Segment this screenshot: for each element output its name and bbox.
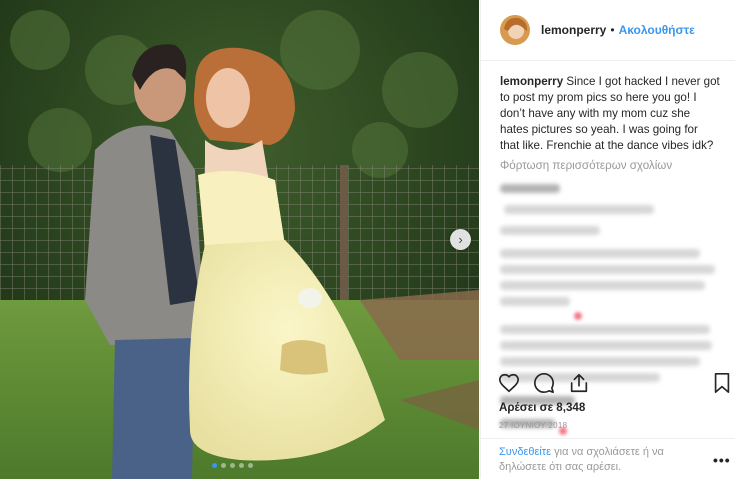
more-options-button[interactable]: ••• xyxy=(713,452,731,468)
instagram-post: › lemonperry • Ακολουθήστε lemonperry Si… xyxy=(0,0,735,479)
blurred-comment-line xyxy=(500,226,600,235)
post-date[interactable]: 27 ΙΟΥΝΙΟΥ 2018 xyxy=(499,421,567,430)
blurred-comment-line xyxy=(500,265,715,274)
carousel-dot xyxy=(212,463,217,468)
login-prompt: Συνδεθείτε για να σχολιάσετε ή να δηλώσε… xyxy=(499,445,704,475)
blurred-comment-line xyxy=(500,281,705,290)
blurred-comment-line xyxy=(500,357,700,366)
post-header: lemonperry • Ακολουθήστε xyxy=(481,0,735,61)
blurred-comment-line xyxy=(500,325,710,334)
blurred-comments xyxy=(481,172,735,440)
header-separator: • xyxy=(610,23,615,37)
follow-button[interactable]: Ακολουθήστε xyxy=(619,23,695,37)
avatar-image xyxy=(500,15,530,45)
blurred-comment-line xyxy=(500,341,712,350)
post-caption: lemonperry Since I got hacked I never go… xyxy=(481,61,735,154)
prom-photo-illustration xyxy=(0,0,479,479)
carousel-indicator xyxy=(212,463,253,468)
comment-icon[interactable] xyxy=(533,372,555,394)
action-bar xyxy=(498,372,590,394)
login-link[interactable]: Συνδεθείτε xyxy=(499,446,551,458)
carousel-dot xyxy=(239,463,244,468)
share-icon[interactable] xyxy=(568,372,590,394)
blurred-comment-line xyxy=(504,205,654,214)
carousel-dot xyxy=(248,463,253,468)
heart-icon[interactable] xyxy=(498,372,520,394)
header-username-link[interactable]: lemonperry xyxy=(541,23,606,37)
load-more-comments-link[interactable]: Φόρτωση περισσότερων σχολίων xyxy=(481,154,735,172)
bookmark-icon[interactable] xyxy=(712,372,732,394)
divider xyxy=(481,438,735,439)
carousel-dot xyxy=(230,463,235,468)
caption-username-link[interactable]: lemonperry xyxy=(500,75,563,88)
blurred-username xyxy=(500,184,560,193)
blurred-comment-line xyxy=(500,297,570,306)
chevron-right-icon: › xyxy=(458,232,463,247)
carousel-dot xyxy=(221,463,226,468)
likes-count[interactable]: Αρέσει σε 8,348 xyxy=(499,401,585,414)
blurred-comment-line xyxy=(500,249,700,258)
next-slide-button[interactable]: › xyxy=(450,229,471,250)
post-photo[interactable]: › xyxy=(0,0,479,479)
avatar[interactable] xyxy=(500,15,530,45)
blurred-emoji xyxy=(574,312,583,320)
